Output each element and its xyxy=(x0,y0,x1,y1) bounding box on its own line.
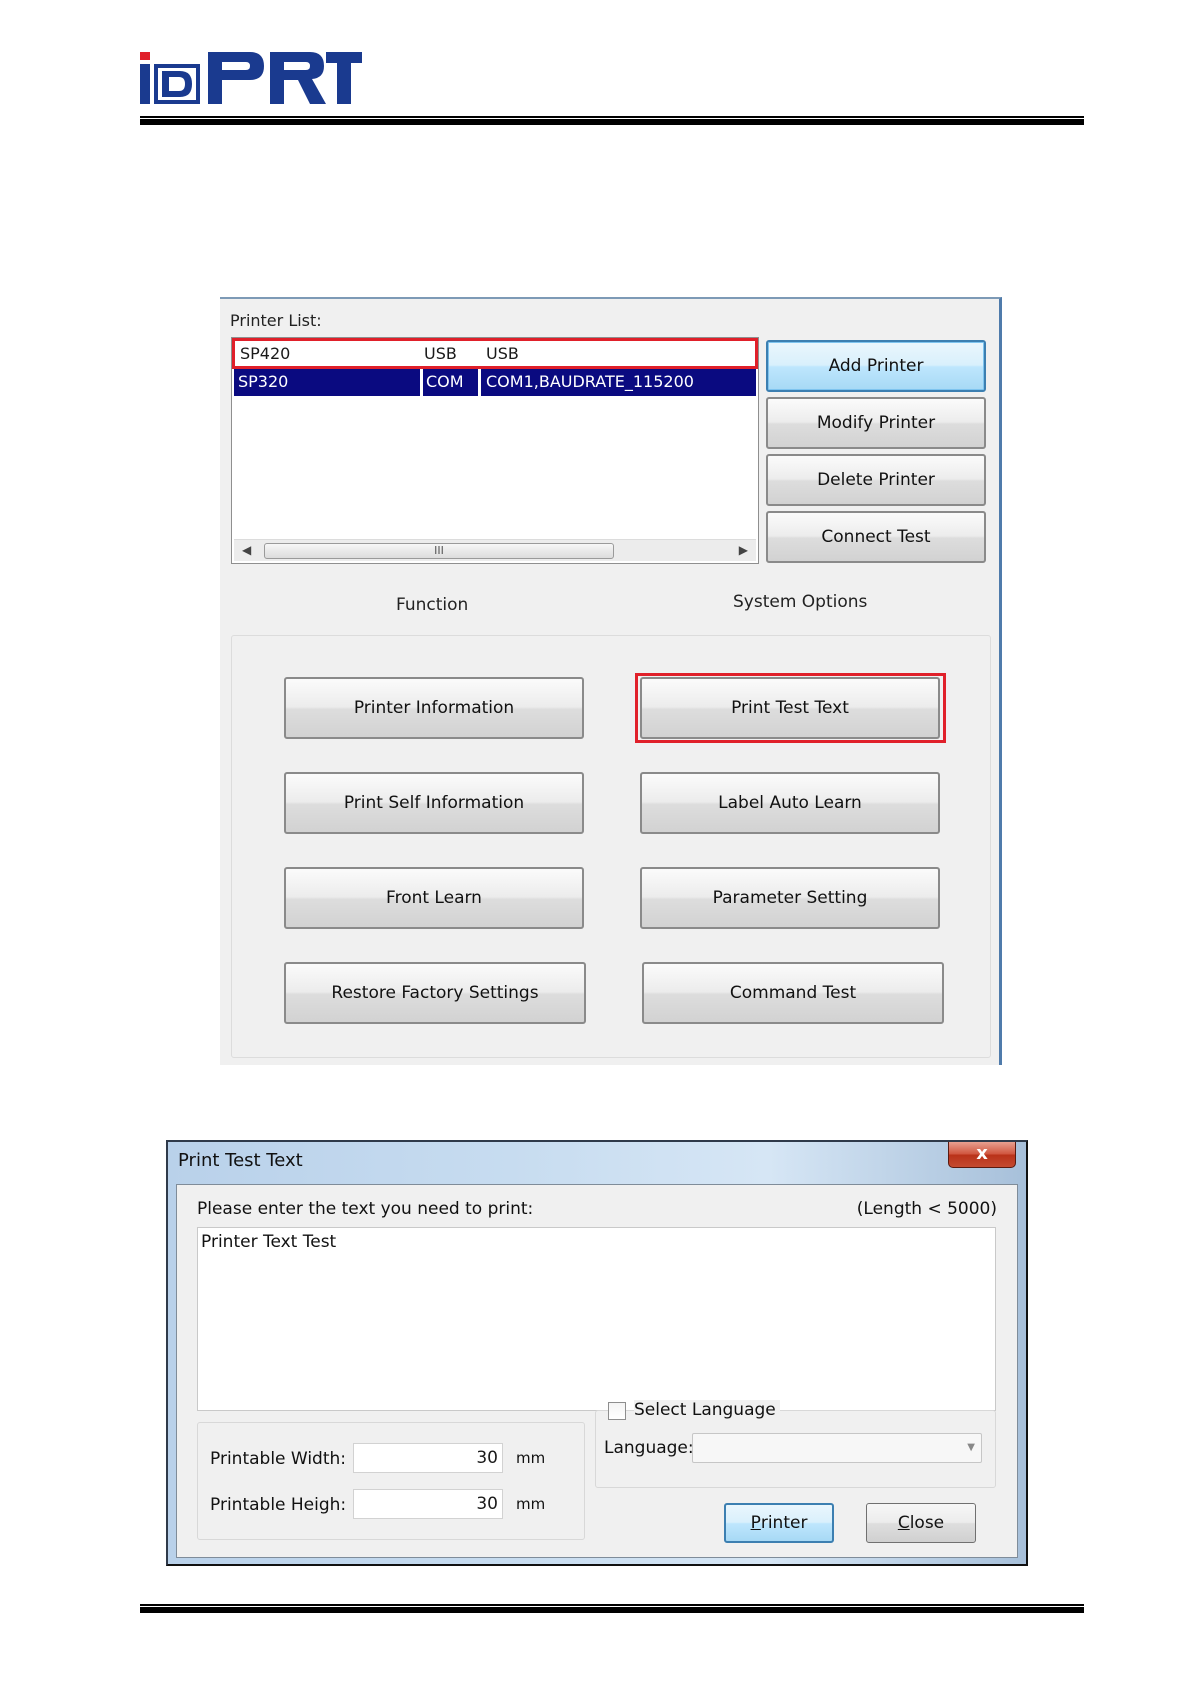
highlight-box-print-test-text xyxy=(635,673,946,743)
printer-port: COM xyxy=(426,372,464,391)
height-field[interactable]: 30 xyxy=(353,1489,503,1519)
scroll-right-icon[interactable]: ▶ xyxy=(739,543,748,557)
connect-test-button[interactable]: Connect Test xyxy=(766,511,986,563)
printer-information-button[interactable]: Printer Information xyxy=(284,677,584,739)
modify-printer-button[interactable]: Modify Printer xyxy=(766,397,986,449)
printer-param: COM1,BAUDRATE_115200 xyxy=(486,372,694,391)
print-text-area[interactable]: Printer Text Test xyxy=(197,1227,996,1411)
printer-list-label: Printer List: xyxy=(230,311,322,330)
footer-rule-thick xyxy=(140,1607,1084,1613)
size-panel: Printable Width: 30 mm Printable Heigh: … xyxy=(197,1422,585,1540)
width-field[interactable]: 30 xyxy=(353,1443,503,1473)
restore-factory-settings-button[interactable]: Restore Factory Settings xyxy=(284,962,586,1024)
idprt-logo xyxy=(140,52,362,104)
function-label: Function xyxy=(396,595,469,615)
select-language-label: Select Language xyxy=(634,1400,780,1420)
horizontal-scrollbar[interactable]: ◀ III ▶ xyxy=(234,539,756,561)
height-unit: mm xyxy=(516,1495,546,1513)
chevron-down-icon: ▼ xyxy=(967,1442,975,1453)
prompt-label: Please enter the text you need to print: xyxy=(197,1199,534,1219)
language-panel: Select Language Language: ▼ xyxy=(595,1400,996,1488)
height-label: Printable Heigh: xyxy=(210,1495,347,1515)
add-printer-button[interactable]: Add Printer xyxy=(766,340,986,392)
dialog-title: Print Test Text xyxy=(178,1150,303,1171)
highlight-box-sp420 xyxy=(232,338,758,369)
printer-name: SP320 xyxy=(238,372,289,391)
printer-button[interactable]: Printer xyxy=(724,1503,834,1543)
length-note: (Length < 5000) xyxy=(856,1199,997,1219)
width-label: Printable Width: xyxy=(210,1449,347,1469)
language-select[interactable]: ▼ xyxy=(692,1433,982,1463)
system-options-label: System Options xyxy=(733,592,868,612)
printer-tool-window: Printer List: SP420 USB USB SP320 COM CO… xyxy=(220,297,1002,1065)
footer-rule-thin xyxy=(140,1604,1084,1606)
close-button-accelerator: C xyxy=(897,1513,910,1533)
print-test-text-dialog: Print Test Text x Please enter the text … xyxy=(166,1140,1028,1566)
parameter-setting-button[interactable]: Parameter Setting xyxy=(640,867,940,929)
printer-button-label: rinter xyxy=(760,1513,808,1533)
front-learn-button[interactable]: Front Learn xyxy=(284,867,584,929)
width-unit: mm xyxy=(516,1449,546,1467)
command-test-button[interactable]: Command Test xyxy=(642,962,944,1024)
label-auto-learn-button[interactable]: Label Auto Learn xyxy=(640,772,940,834)
printer-list[interactable]: SP420 USB USB SP320 COM COM1,BAUDRATE_11… xyxy=(231,337,759,564)
print-text-value: Printer Text Test xyxy=(201,1232,337,1252)
close-button[interactable]: Close xyxy=(866,1503,976,1543)
select-language-checkbox[interactable] xyxy=(608,1402,626,1420)
printer-button-accelerator: P xyxy=(750,1513,761,1533)
height-value: 30 xyxy=(476,1494,498,1514)
delete-printer-button[interactable]: Delete Printer xyxy=(766,454,986,506)
scroll-thumb[interactable]: III xyxy=(264,543,614,559)
width-value: 30 xyxy=(476,1448,498,1468)
language-label: Language: xyxy=(604,1438,694,1458)
print-self-information-button[interactable]: Print Self Information xyxy=(284,772,584,834)
printer-row-selected[interactable]: SP320 COM COM1,BAUDRATE_115200 xyxy=(234,368,756,396)
header-rule-thick xyxy=(140,119,1084,125)
header-rule-thin xyxy=(140,116,1084,118)
function-group: Printer Information Print Test Text Prin… xyxy=(231,635,991,1058)
close-icon[interactable]: x xyxy=(948,1142,1016,1168)
scroll-left-icon[interactable]: ◀ xyxy=(242,543,251,557)
close-button-label: lose xyxy=(909,1513,945,1533)
dialog-body: Please enter the text you need to print:… xyxy=(176,1184,1018,1558)
